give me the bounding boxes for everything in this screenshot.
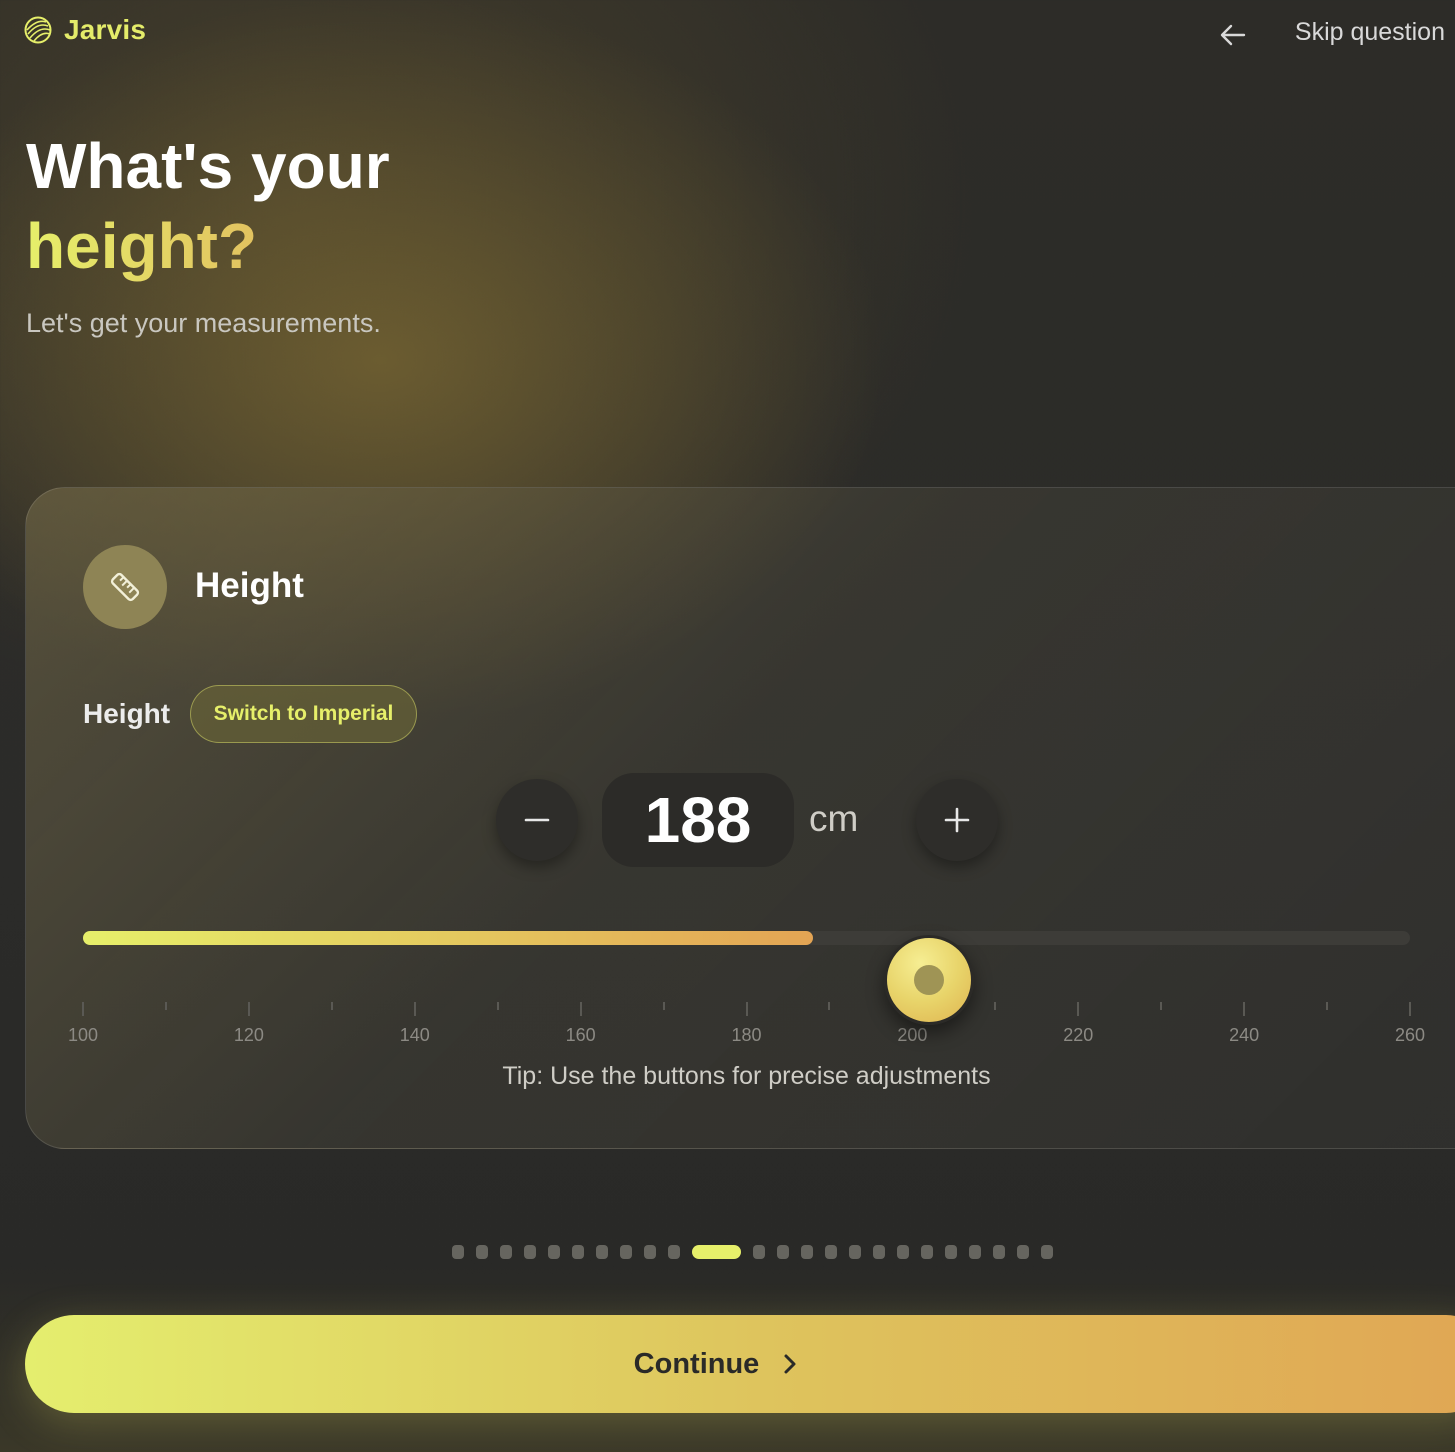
scale-tick-major xyxy=(1243,1002,1246,1016)
arrow-left-icon xyxy=(1220,24,1246,46)
page-title: What's your height? xyxy=(26,126,390,286)
back-button[interactable] xyxy=(1214,16,1252,54)
scale-tick-minor xyxy=(1160,1002,1163,1010)
progress-dot xyxy=(524,1245,536,1259)
progress-dot xyxy=(476,1245,488,1259)
scale-tick-major xyxy=(413,1002,416,1016)
scale-tick-minor xyxy=(164,1002,167,1010)
scale-tick-label: 160 xyxy=(565,1025,596,1045)
yarn-ball-icon xyxy=(24,16,52,44)
progress-dot xyxy=(801,1245,813,1259)
height-slider-fill xyxy=(83,931,813,945)
skip-question-link[interactable]: Skip question xyxy=(1295,18,1445,47)
scale-tick-minor xyxy=(662,1002,665,1010)
progress-dot xyxy=(993,1245,1005,1259)
card-icon-circle xyxy=(83,545,167,629)
step-progress-dots xyxy=(452,1245,1053,1259)
progress-dot xyxy=(825,1245,837,1259)
scale-tick-label: 120 xyxy=(233,1025,264,1045)
progress-dot xyxy=(668,1245,680,1259)
progress-dot xyxy=(500,1245,512,1259)
scale-tick-major xyxy=(247,1002,250,1016)
card-title: Height xyxy=(195,566,304,605)
scale-tick-minor xyxy=(994,1002,997,1010)
progress-dot xyxy=(777,1245,789,1259)
scale-tick-minor xyxy=(828,1002,831,1010)
progress-dot xyxy=(452,1245,464,1259)
thumb-center-dot xyxy=(913,965,944,995)
plus-icon xyxy=(944,807,970,833)
tip-text: Tip: Use the buttons for precise adjustm… xyxy=(502,1062,991,1090)
chevron-right-icon xyxy=(784,1354,796,1374)
scale-tick-label: 180 xyxy=(731,1025,762,1045)
scale-tick-minor xyxy=(496,1002,499,1010)
increase-button[interactable] xyxy=(916,779,998,861)
progress-dot xyxy=(572,1245,584,1259)
scale-tick-label: 200 xyxy=(897,1025,928,1045)
progress-dot xyxy=(596,1245,608,1259)
progress-dot xyxy=(849,1245,861,1259)
minus-icon xyxy=(524,818,550,822)
progress-dot xyxy=(1041,1245,1053,1259)
continue-label: Continue xyxy=(633,1347,760,1380)
progress-dot-active xyxy=(692,1245,741,1259)
scale-tick-label: 260 xyxy=(1394,1025,1426,1045)
ruler-icon xyxy=(110,572,140,602)
scale-tick-major xyxy=(82,1002,84,1016)
scale-tick-minor xyxy=(330,1002,333,1010)
progress-dot xyxy=(753,1245,765,1259)
scale-tick-label: 100 xyxy=(67,1025,99,1045)
continue-button[interactable]: Continue xyxy=(25,1315,1455,1413)
progress-dot xyxy=(873,1245,885,1259)
app-name: Jarvis xyxy=(64,14,147,45)
scale-tick-label: 240 xyxy=(1229,1025,1260,1045)
scale-tick-major xyxy=(579,1002,582,1016)
switch-to-imperial-button[interactable]: Switch to Imperial xyxy=(190,685,417,743)
title-line-2: height? xyxy=(26,206,390,286)
progress-dot xyxy=(945,1245,957,1259)
height-value-input[interactable]: 188 xyxy=(602,773,794,867)
logo[interactable]: Jarvis xyxy=(24,14,146,46)
progress-dot xyxy=(548,1245,560,1259)
scale-tick-major xyxy=(745,1002,748,1016)
progress-dot xyxy=(644,1245,656,1259)
page-subtitle: Let's get your measurements. xyxy=(26,308,381,338)
decrease-button[interactable] xyxy=(496,779,578,861)
scale-tick-major xyxy=(1409,1002,1411,1016)
height-unit: cm xyxy=(809,798,859,839)
scale-tick-label: 220 xyxy=(1063,1025,1094,1045)
progress-dot xyxy=(897,1245,909,1259)
height-card: Height Height Switch to Imperial 188 cm … xyxy=(25,487,1455,1149)
height-field-label: Height xyxy=(83,698,171,729)
scale-tick-major xyxy=(1077,1002,1080,1016)
scale-tick-minor xyxy=(1326,1002,1329,1010)
progress-dot xyxy=(1017,1245,1029,1259)
progress-dot xyxy=(921,1245,933,1259)
title-line-1: What's your xyxy=(26,130,390,202)
scale-tick-label: 140 xyxy=(399,1025,430,1045)
progress-dot xyxy=(620,1245,632,1259)
progress-dot xyxy=(969,1245,981,1259)
height-slider-track[interactable] xyxy=(83,931,1410,945)
height-slider-thumb[interactable] xyxy=(883,935,974,1025)
